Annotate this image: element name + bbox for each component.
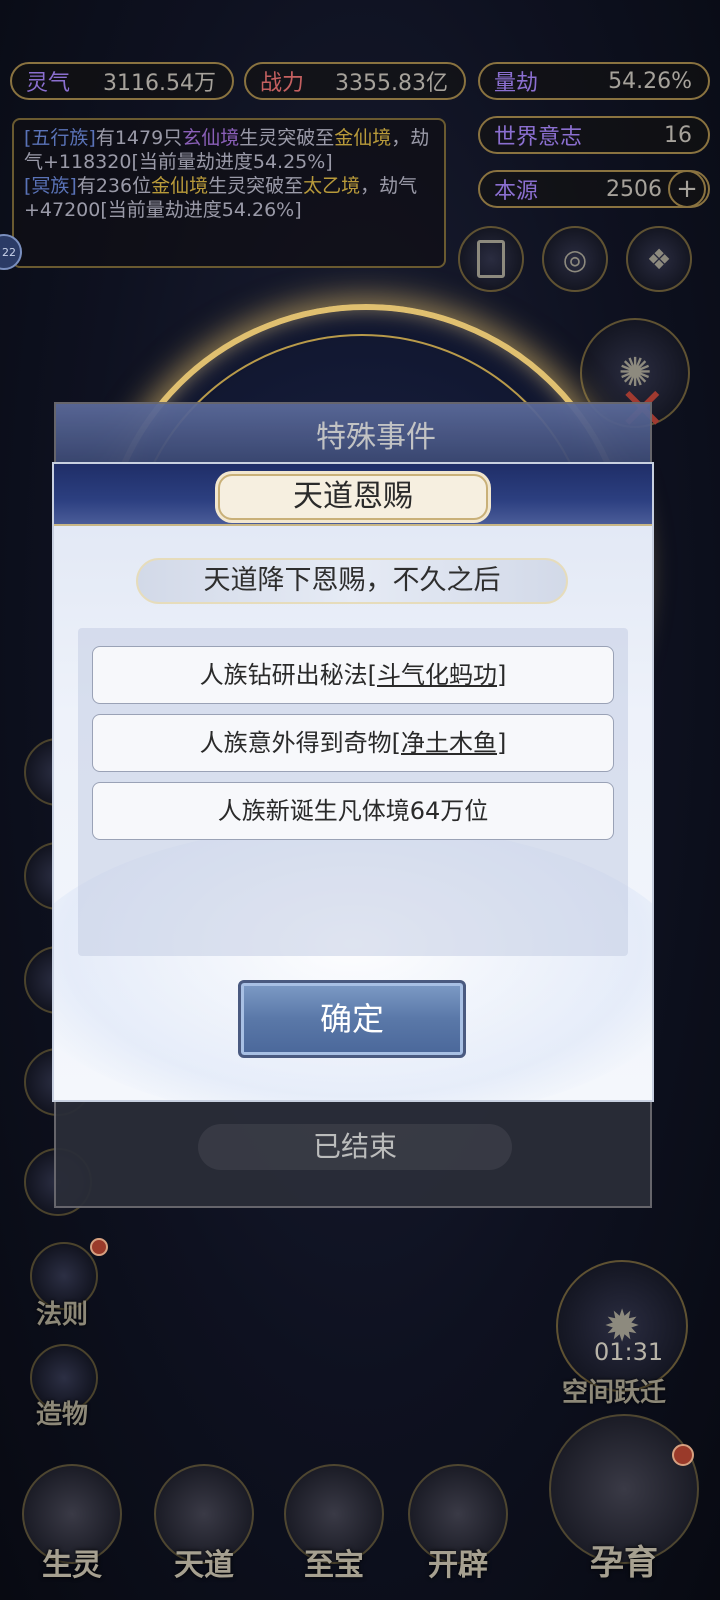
liangjie-label: 量劫 — [494, 71, 539, 96]
badge-number: 22 — [2, 246, 16, 259]
reward-list: 人族钻研出秘法[斗气化蚂功] 人族意外得到奇物[净土木鱼] 人族新诞生凡体境64… — [78, 628, 628, 956]
log-tag-wuxing: [五行族] — [24, 127, 96, 149]
book-icon: ❖ — [646, 242, 672, 276]
add-benyuan-button[interactable]: + — [668, 170, 706, 208]
confirm-button[interactable]: 确定 — [238, 980, 466, 1058]
list-item: 人族新诞生凡体境64万位 — [92, 782, 614, 840]
card-icon — [477, 240, 505, 278]
nav-zhibao[interactable]: 至宝 — [276, 1464, 392, 1584]
log-tag-ming: [冥族] — [24, 175, 77, 197]
liangjie-value: 54.26% — [608, 68, 692, 94]
book-button[interactable]: ❖ — [626, 226, 692, 292]
space-jump-label[interactable]: 空间跃迁 — [562, 1372, 666, 1409]
nav-shengling-label: 生灵 — [42, 1548, 102, 1583]
log-realm-target: 金仙境 — [334, 127, 392, 149]
fa-ze-label[interactable]: 法则 — [36, 1294, 88, 1331]
benyuan-label: 本源 — [494, 179, 539, 204]
benyuan-value: 2506 — [606, 176, 662, 202]
space-jump-countdown: 01:31 — [594, 1338, 664, 1366]
zao-wu-label[interactable]: 造物 — [36, 1394, 88, 1431]
nav-kaipi-label: 开辟 — [428, 1548, 488, 1583]
log-text: 有236位 — [76, 175, 152, 197]
world-will-value: 16 — [664, 122, 692, 148]
log-text: 生灵突破至 — [239, 127, 335, 149]
liangjie-stat[interactable]: 量劫 54.26% — [478, 62, 710, 100]
nav-tiandao-label: 天道 — [174, 1548, 234, 1583]
log-text: 生灵突破至 — [208, 175, 304, 197]
dialog-subtitle: 天道降下恩赐，不久之后 — [136, 558, 568, 604]
log-realm: 金仙境 — [151, 175, 209, 197]
special-event-title: 特殊事件 — [316, 420, 436, 455]
dialog-title: 天道恩赐 — [218, 474, 488, 520]
card-button[interactable] — [458, 226, 524, 292]
item-link[interactable]: [净土木鱼] — [392, 729, 507, 757]
nav-yunyu-label: 孕育 — [590, 1543, 658, 1583]
list-item: 人族钻研出秘法[斗气化蚂功] — [92, 646, 614, 704]
plus-icon: + — [676, 174, 698, 204]
ended-status-button[interactable]: 已结束 — [198, 1124, 512, 1170]
nav-yunyu[interactable]: 孕育 — [544, 1414, 704, 1584]
event-log: [五行族]有1479只玄仙境生灵突破至金仙境，劫气+118320[当前量劫进度5… — [12, 118, 446, 268]
zhanli-value: 3355.83亿 — [335, 71, 448, 96]
log-realm-target: 太乙境 — [303, 175, 361, 197]
list-item: 人族意外得到奇物[净土木鱼] — [92, 714, 614, 772]
zhanli-stat: 战力 3355.83亿 — [244, 62, 466, 100]
item-text: 人族意外得到奇物 — [199, 729, 392, 757]
nav-tiandao[interactable]: 天道 — [146, 1464, 262, 1584]
fa-ze-notification-dot — [90, 1238, 108, 1256]
vortex-button[interactable]: ◎ — [542, 226, 608, 292]
world-will-label: 世界意志 — [494, 125, 583, 150]
yunyu-notification-dot — [672, 1444, 694, 1466]
world-will-stat[interactable]: 世界意志 16 — [478, 116, 710, 154]
item-text: 人族新诞生凡体境64万位 — [217, 797, 489, 825]
zhanli-label: 战力 — [260, 71, 305, 96]
log-realm: 玄仙境 — [182, 127, 240, 149]
heaven-grace-dialog: 天道恩赐 天道降下恩赐，不久之后 人族钻研出秘法[斗气化蚂功] 人族意外得到奇物… — [54, 464, 652, 1100]
item-text: 人族钻研出秘法 — [199, 661, 368, 689]
vortex-icon: ◎ — [562, 242, 588, 276]
lingqi-stat: 灵气 3116.54万 — [10, 62, 234, 100]
nav-kaipi[interactable]: 开辟 — [400, 1464, 516, 1584]
lingqi-value: 3116.54万 — [103, 71, 216, 96]
nav-shengling[interactable]: 生灵 — [14, 1464, 130, 1584]
item-link[interactable]: [斗气化蚂功] — [368, 661, 507, 689]
benyuan-stat: 本源 2506 + — [478, 170, 710, 208]
log-text: 有1479只 — [95, 127, 183, 149]
lingqi-label: 灵气 — [26, 71, 71, 96]
nav-zhibao-label: 至宝 — [304, 1548, 364, 1583]
